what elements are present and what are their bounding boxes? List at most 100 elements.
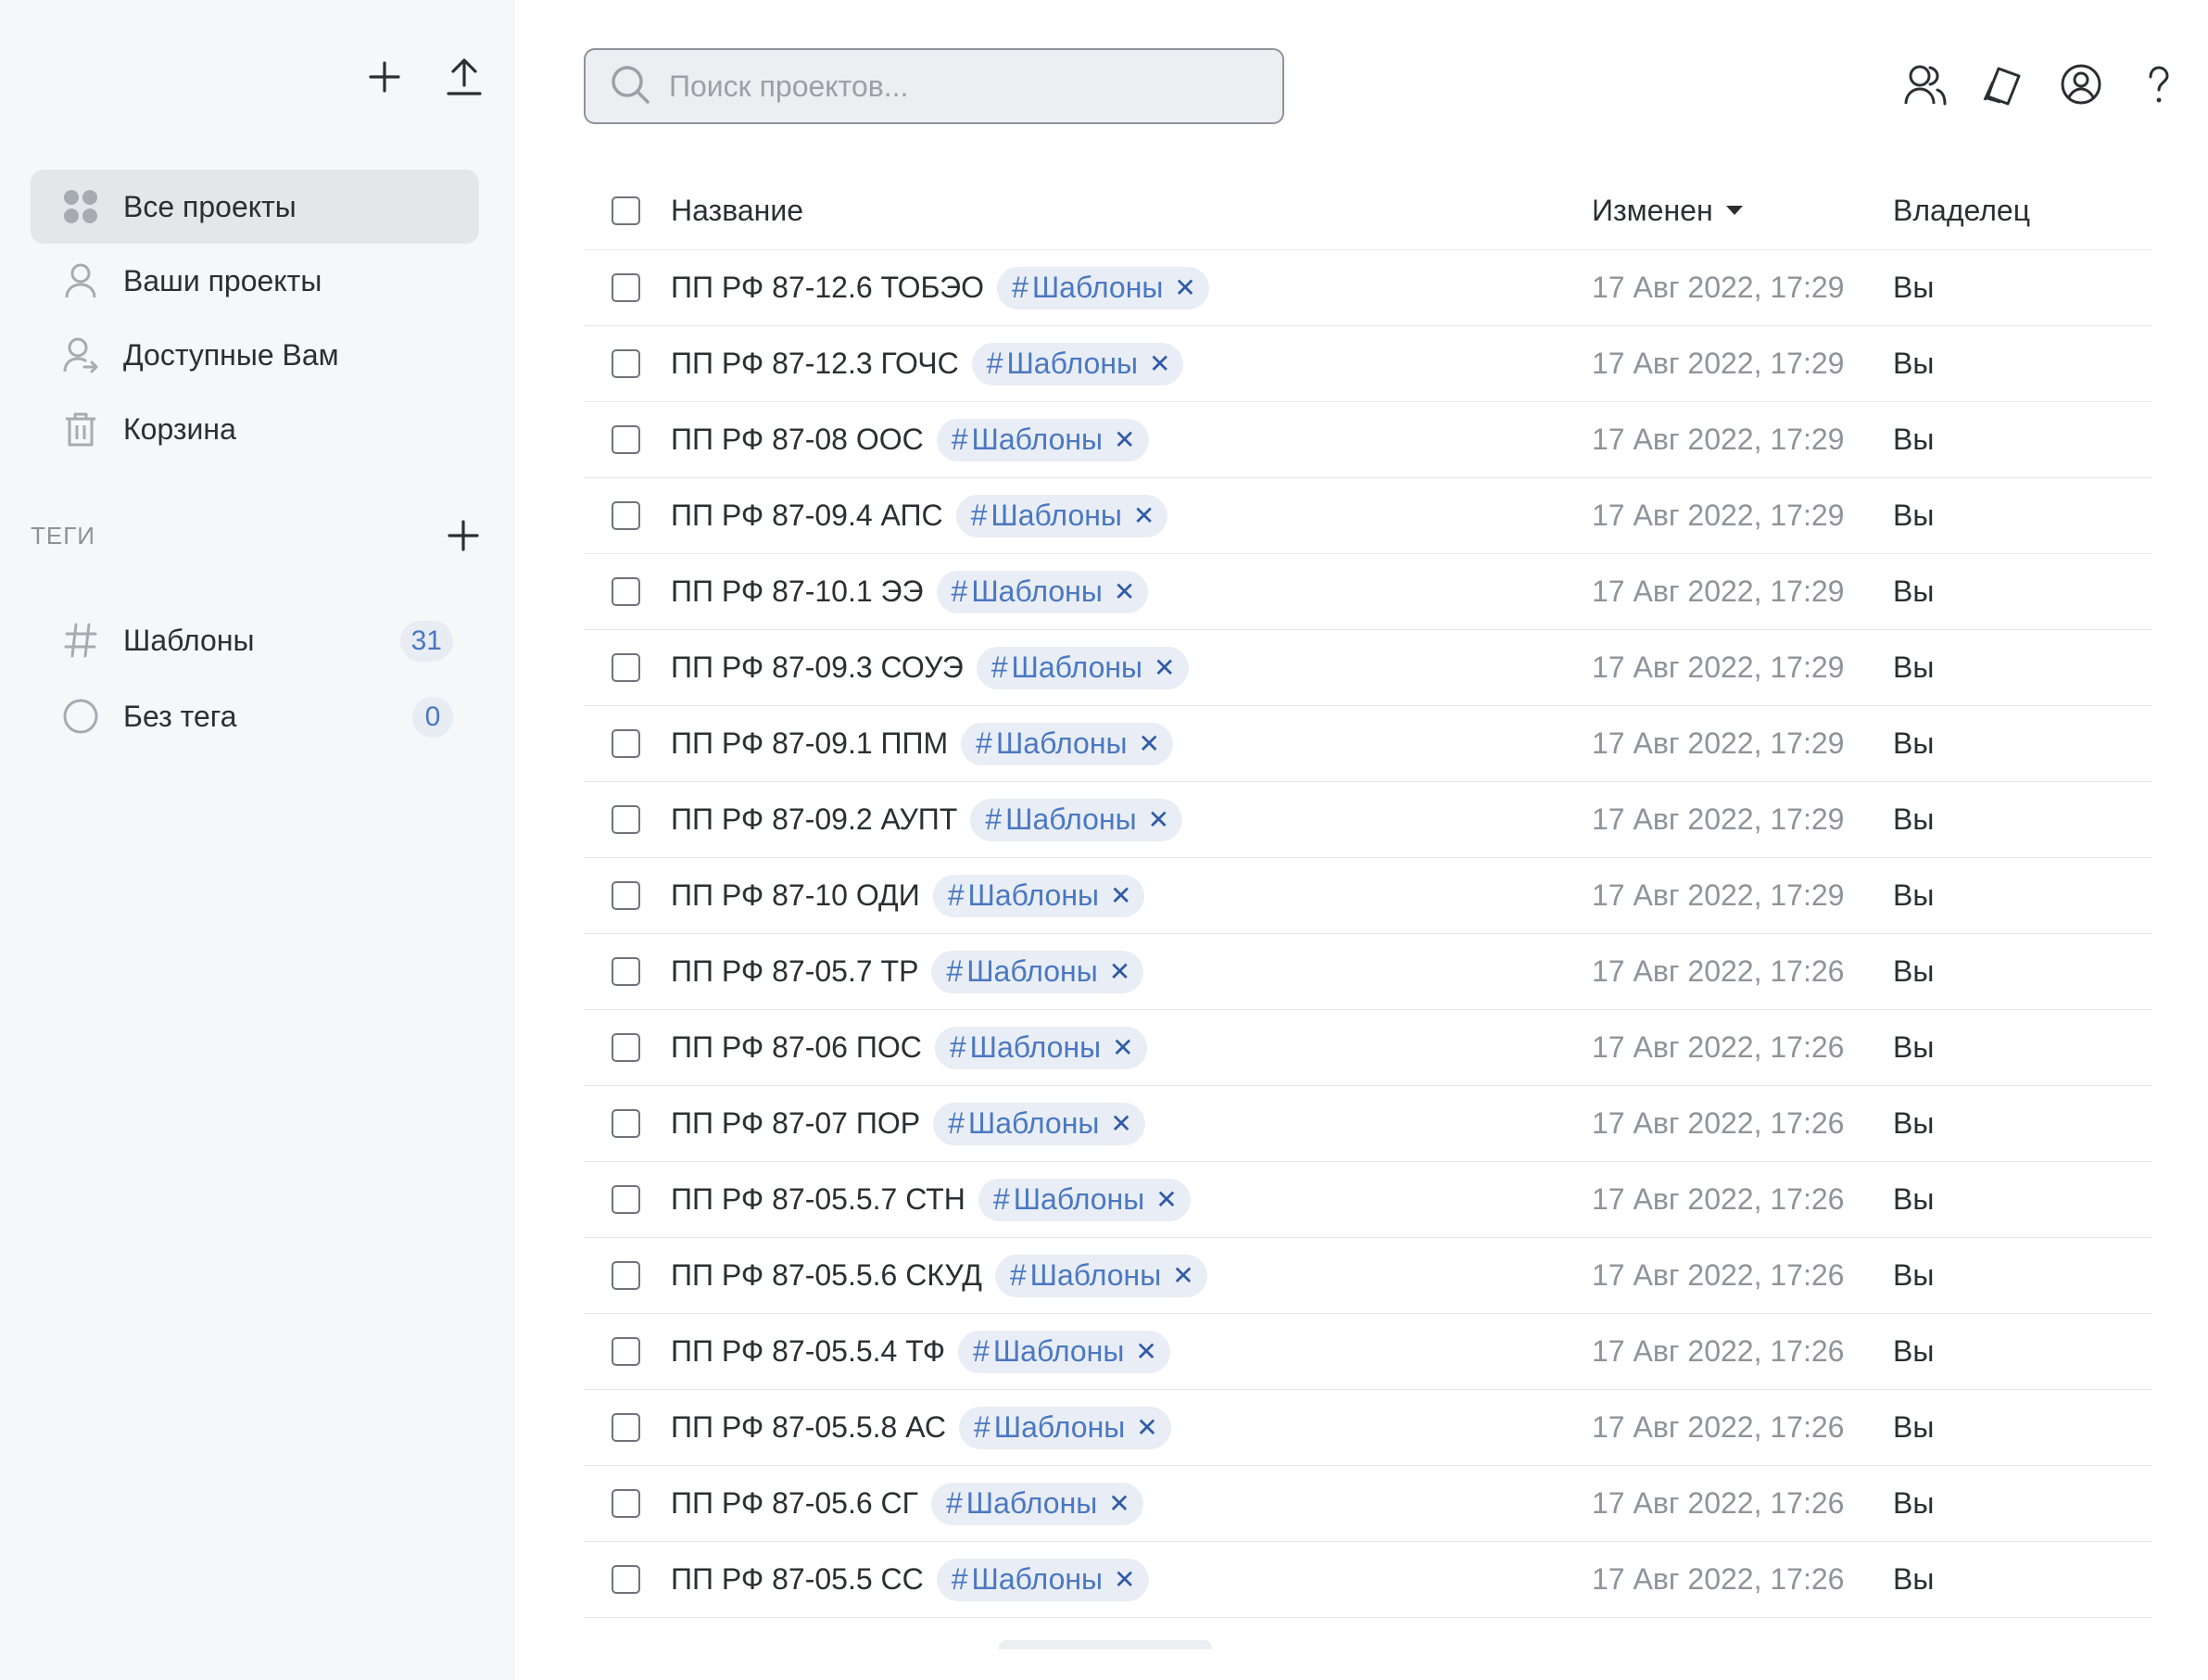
tag-chip[interactable]: # Шаблоны ✕: [930, 1482, 1143, 1525]
remove-tag-icon[interactable]: ✕: [1108, 1488, 1129, 1519]
remove-tag-icon[interactable]: ✕: [1135, 1336, 1156, 1367]
tag-chip[interactable]: # Шаблоны ✕: [934, 1026, 1147, 1069]
sidebar-item-shared-with-you[interactable]: Доступные Вам: [31, 318, 479, 392]
table-row[interactable]: ПП РФ 87-10.1 ЭЭ # Шаблоны ✕ 17 Авг 2022, 17…: [584, 554, 2152, 630]
tag-chip[interactable]: # Шаблоны ✕: [994, 1254, 1207, 1297]
tag-chip[interactable]: # Шаблоны ✕: [978, 1178, 1191, 1221]
tag-chip[interactable]: # Шаблоны ✕: [961, 722, 1173, 765]
remove-tag-icon[interactable]: ✕: [1110, 1108, 1131, 1139]
tag-chip[interactable]: # Шаблоны ✕: [976, 646, 1189, 689]
remove-tag-icon[interactable]: ✕: [1133, 500, 1154, 531]
sidebar-tag-untagged[interactable]: Без тега 0: [31, 678, 453, 754]
row-checkbox[interactable]: [612, 1261, 640, 1290]
project-name[interactable]: ПП РФ 87-06 ПОС: [671, 1030, 922, 1065]
templates-cards-icon[interactable]: [1982, 63, 2025, 106]
sidebar-item-all-projects[interactable]: Все проекты: [31, 170, 479, 244]
account-icon[interactable]: [2060, 63, 2102, 106]
table-row[interactable]: ПП РФ 87-12.6 ТОБЭО # Шаблоны ✕ 17 Авг 2022,…: [584, 250, 2152, 326]
new-project-plus-icon[interactable]: [365, 57, 404, 96]
table-row[interactable]: ПП РФ 87-10 ОДИ # Шаблоны ✕ 17 Авг 2022, 17:…: [584, 858, 2152, 934]
tag-chip[interactable]: # Шаблоны ✕: [971, 342, 1184, 385]
row-checkbox[interactable]: [612, 1033, 640, 1062]
tag-chip[interactable]: # Шаблоны ✕: [932, 874, 1145, 917]
project-name[interactable]: ПП РФ 87-05.5 СС: [671, 1562, 924, 1597]
search-box[interactable]: [584, 48, 1284, 124]
row-checkbox[interactable]: [612, 729, 640, 758]
remove-tag-icon[interactable]: ✕: [1114, 424, 1135, 455]
row-checkbox[interactable]: [612, 349, 640, 378]
sidebar-item-your-projects[interactable]: Ваши проекты: [31, 244, 479, 318]
users-icon[interactable]: [1904, 63, 1947, 106]
table-row[interactable]: ПП РФ 87-05.7 ТР # Шаблоны ✕ 17 Авг 2022, 17…: [584, 934, 2152, 1010]
project-name[interactable]: ПП РФ 87-09.2 АУПТ: [671, 802, 957, 837]
column-header-name[interactable]: Название: [671, 194, 1592, 228]
row-checkbox[interactable]: [612, 1565, 640, 1594]
row-checkbox[interactable]: [612, 881, 640, 910]
column-header-modified[interactable]: Изменен: [1592, 194, 1893, 228]
remove-tag-icon[interactable]: ✕: [1174, 272, 1195, 303]
tag-chip[interactable]: # Шаблоны ✕: [936, 418, 1149, 461]
add-tag-plus-icon[interactable]: [444, 516, 483, 555]
project-name[interactable]: ПП РФ 87-05.5.6 СКУД: [671, 1258, 982, 1293]
project-name[interactable]: ПП РФ 87-10.1 ЭЭ: [671, 575, 924, 609]
remove-tag-icon[interactable]: ✕: [1172, 1260, 1193, 1291]
remove-tag-icon[interactable]: ✕: [1112, 1032, 1133, 1063]
project-name[interactable]: ПП РФ 87-05.7 ТР: [671, 954, 918, 989]
tag-chip[interactable]: # Шаблоны ✕: [958, 1406, 1171, 1449]
row-checkbox[interactable]: [612, 425, 640, 454]
project-name[interactable]: ПП РФ 87-08 ООС: [671, 423, 924, 457]
row-checkbox[interactable]: [612, 805, 640, 834]
remove-tag-icon[interactable]: ✕: [1155, 1184, 1177, 1215]
project-name[interactable]: ПП РФ 87-05.5.8 АС: [671, 1410, 946, 1445]
row-checkbox[interactable]: [612, 957, 640, 986]
tag-chip[interactable]: # Шаблоны ✕: [958, 1330, 1170, 1373]
project-name[interactable]: ПП РФ 87-09.3 СОУЭ: [671, 651, 964, 685]
remove-tag-icon[interactable]: ✕: [1149, 348, 1170, 379]
search-input[interactable]: [669, 69, 1262, 104]
remove-tag-icon[interactable]: ✕: [1154, 652, 1175, 683]
tag-chip[interactable]: # Шаблоны ✕: [931, 950, 1144, 993]
tag-chip[interactable]: # Шаблоны ✕: [997, 266, 1209, 309]
table-row[interactable]: ПП РФ 87-12.3 ГОЧС # Шаблоны ✕ 17 Авг 2022, …: [584, 326, 2152, 402]
tag-chip[interactable]: # Шаблоны ✕: [933, 1102, 1145, 1145]
project-name[interactable]: ПП РФ 87-12.6 ТОБЭО: [671, 271, 984, 305]
table-row[interactable]: ПП РФ 87-05.5.4 ТФ # Шаблоны ✕ 17 Авг 2022, …: [584, 1314, 2152, 1390]
table-row[interactable]: ПП РФ 87-05.6 СГ # Шаблоны ✕ 17 Авг 2022, 17…: [584, 1466, 2152, 1542]
upload-icon[interactable]: [445, 57, 484, 96]
remove-tag-icon[interactable]: ✕: [1114, 576, 1135, 607]
row-checkbox[interactable]: [612, 1489, 640, 1518]
row-checkbox[interactable]: [612, 501, 640, 530]
row-checkbox[interactable]: [612, 273, 640, 302]
row-checkbox[interactable]: [612, 1109, 640, 1138]
remove-tag-icon[interactable]: ✕: [1138, 728, 1159, 759]
sidebar-item-trash[interactable]: Корзина: [31, 392, 479, 466]
tag-chip[interactable]: # Шаблоны ✕: [936, 1558, 1149, 1601]
tag-chip[interactable]: # Шаблоны ✕: [970, 798, 1183, 841]
table-row[interactable]: ПП РФ 87-08 ООС # Шаблоны ✕ 17 Авг 2022, 17:…: [584, 402, 2152, 478]
sidebar-tag-templates[interactable]: Шаблоны 31: [31, 602, 453, 678]
row-checkbox[interactable]: [612, 1413, 640, 1442]
table-row[interactable]: ПП РФ 87-05.5.7 СТН # Шаблоны ✕ 17 Авг 2022,…: [584, 1162, 2152, 1238]
project-name[interactable]: ПП РФ 87-10 ОДИ: [671, 878, 920, 913]
row-checkbox[interactable]: [612, 577, 640, 606]
select-all-checkbox[interactable]: [612, 196, 640, 225]
table-row[interactable]: ПП РФ 87-09.3 СОУЭ # Шаблоны ✕ 17 Авг 2022, …: [584, 630, 2152, 706]
project-name[interactable]: ПП РФ 87-05.5.4 ТФ: [671, 1334, 945, 1369]
row-checkbox[interactable]: [612, 1185, 640, 1214]
tag-chip[interactable]: # Шаблоны ✕: [955, 494, 1168, 537]
table-row[interactable]: ПП РФ 87-09.2 АУПТ # Шаблоны ✕ 17 Авг 2022, …: [584, 782, 2152, 858]
tag-chip[interactable]: # Шаблоны ✕: [936, 570, 1149, 613]
remove-tag-icon[interactable]: ✕: [1110, 880, 1131, 911]
project-name[interactable]: ПП РФ 87-09.4 АПС: [671, 499, 943, 533]
remove-tag-icon[interactable]: ✕: [1114, 1564, 1135, 1595]
project-name[interactable]: ПП РФ 87-05.6 СГ: [671, 1486, 918, 1521]
remove-tag-icon[interactable]: ✕: [1109, 956, 1130, 987]
column-header-owner[interactable]: Владелец: [1893, 194, 2152, 228]
project-name[interactable]: ПП РФ 87-12.3 ГОЧС: [671, 347, 959, 381]
project-name[interactable]: ПП РФ 87-09.1 ППМ: [671, 726, 948, 761]
project-name[interactable]: ПП РФ 87-07 ПОР: [671, 1106, 920, 1141]
help-icon[interactable]: [2138, 63, 2180, 106]
row-checkbox[interactable]: [612, 653, 640, 682]
table-row[interactable]: ПП РФ 87-09.1 ППМ # Шаблоны ✕ 17 Авг 2022, 1…: [584, 706, 2152, 782]
table-row[interactable]: ПП РФ 87-09.4 АПС # Шаблоны ✕ 17 Авг 2022, 1…: [584, 478, 2152, 554]
